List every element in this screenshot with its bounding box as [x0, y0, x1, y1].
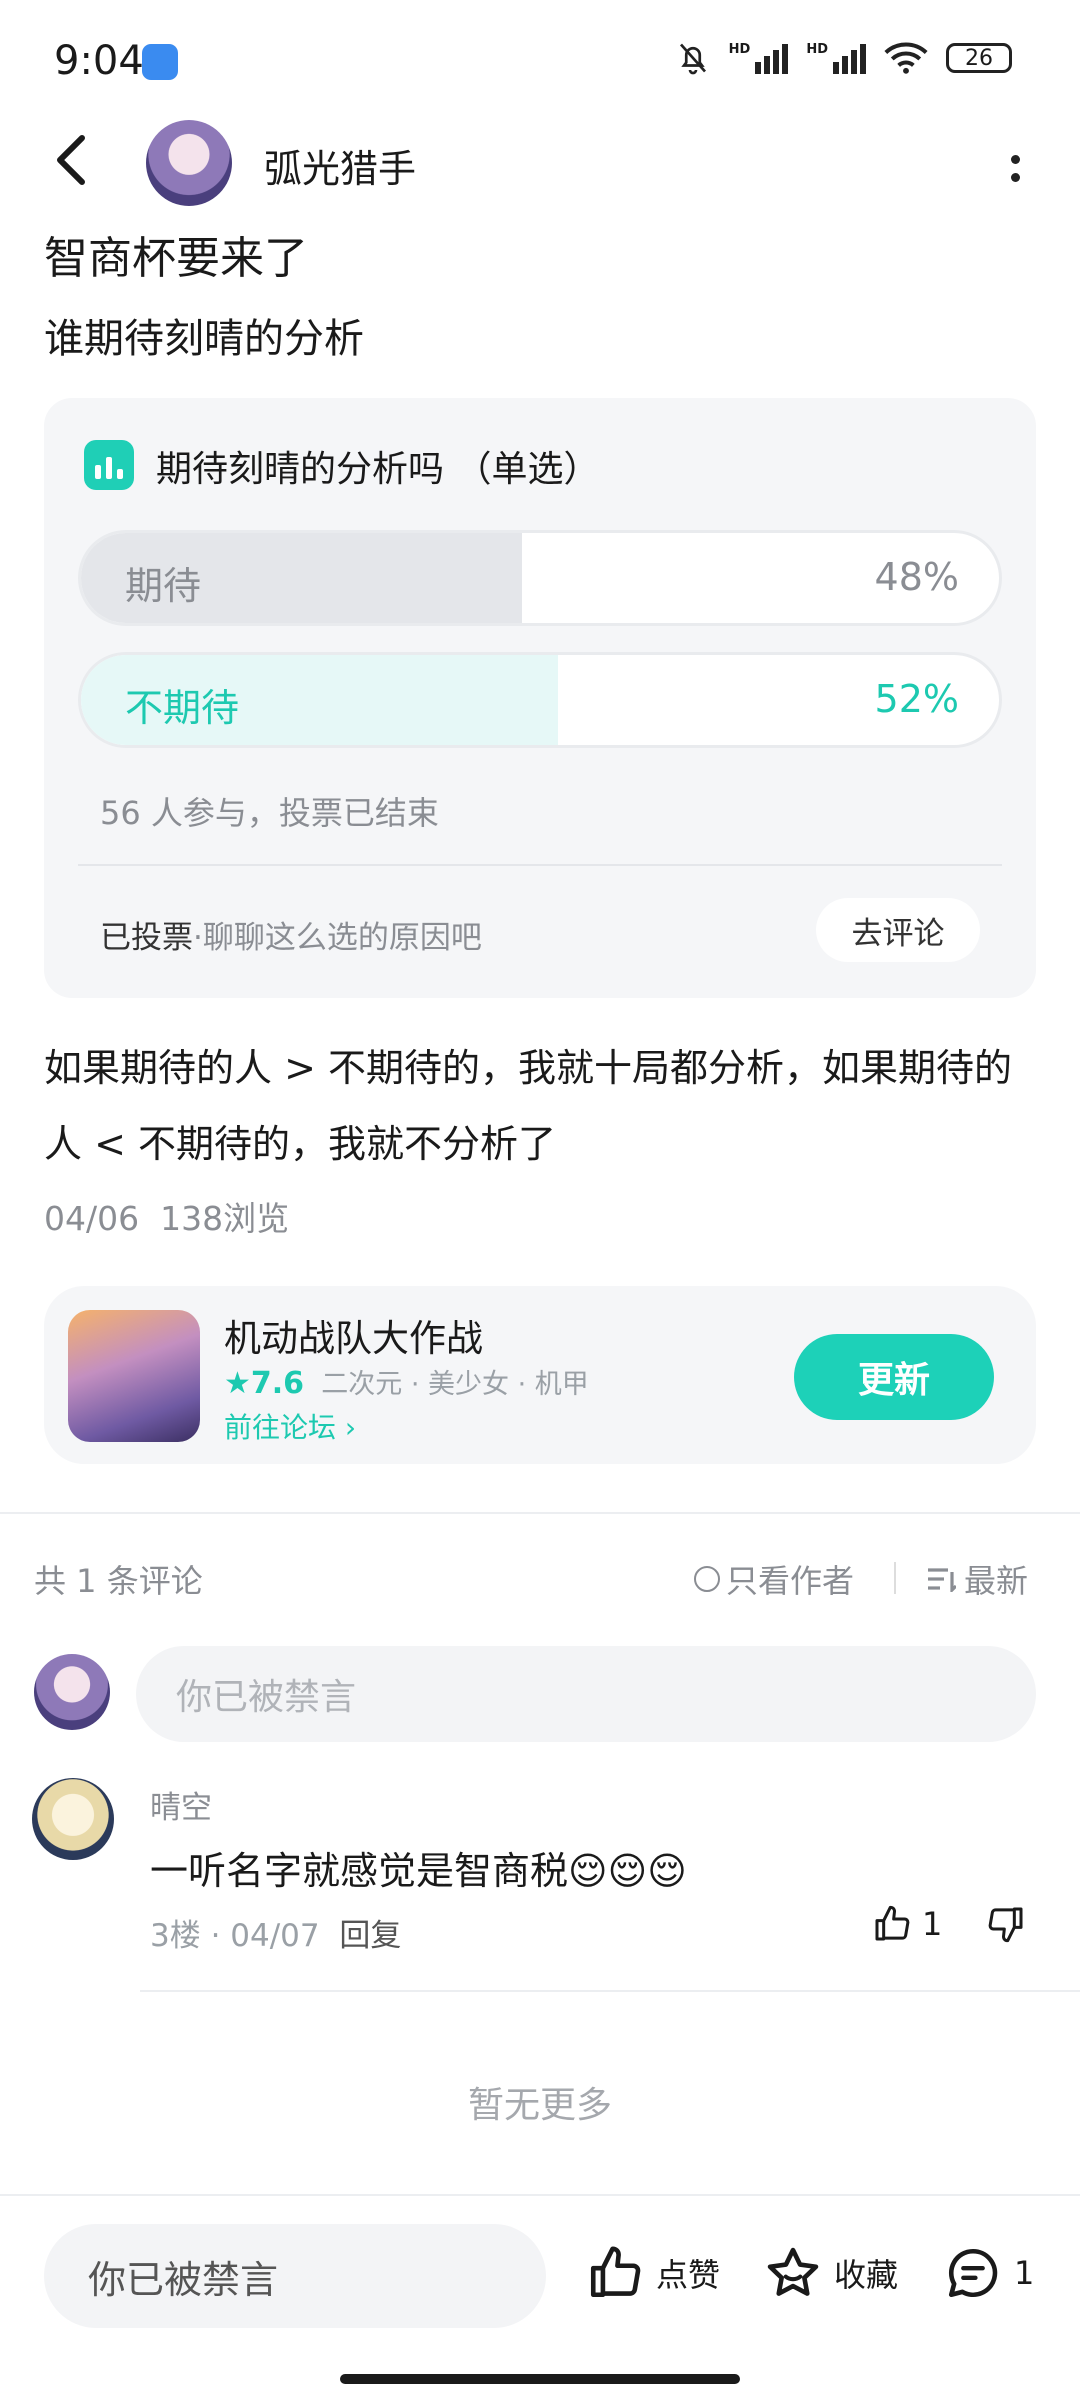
post-body: 如果期待的人 > 不期待的，我就十局都分析，如果期待的人 < 不期待的，我就不分… [44, 1046, 1013, 1166]
comment-floor-date: 3楼 · 04/07 [150, 1918, 320, 1954]
commenter-name[interactable]: 晴空 [150, 1782, 212, 1827]
status-time: 9:04 [54, 38, 144, 84]
game-rating: 7.6 [250, 1366, 305, 1401]
poll-option-2-percent: 52% [874, 677, 959, 721]
home-indicator[interactable] [340, 2374, 740, 2384]
comment-bubble-icon [948, 2248, 998, 2298]
comment-count: 共 1 条评论 [34, 1562, 203, 1600]
sort-newest-label: 最新 [964, 1562, 1029, 1600]
comment-like-count: 1 [922, 1905, 943, 1943]
only-author-toggle[interactable]: 只看作者 [694, 1556, 854, 1602]
bottom-comment-input[interactable]: 你已被禁言 [44, 2224, 546, 2328]
comment-divider [140, 1990, 1080, 1992]
thumbs-down-icon[interactable] [986, 1904, 1026, 1944]
game-icon[interactable] [68, 1310, 200, 1442]
battery-icon: 26 [946, 43, 1012, 73]
post-meta: 04/06 138浏览 [44, 1192, 289, 1240]
sort-newest-button[interactable]: 最新 [928, 1556, 1028, 1602]
more-options-icon[interactable] [1011, 146, 1020, 191]
like-label: 点赞 [656, 2256, 721, 2294]
reply-button[interactable]: 回复 [339, 1918, 401, 1954]
poll-option-1-percent: 48% [874, 555, 959, 599]
only-author-label: 只看作者 [726, 1562, 855, 1600]
commenter-avatar[interactable] [32, 1778, 114, 1860]
poll-voted-text: 已投票·聊聊这么选的原因吧 [100, 912, 482, 957]
update-button[interactable]: 更新 [794, 1334, 994, 1420]
game-rating-row: ★7.6 二次元 · 美少女 · 机甲 [224, 1362, 589, 1401]
no-more-text: 暂无更多 [467, 2085, 612, 2126]
favorite-button[interactable]: 收藏 [764, 2244, 898, 2302]
comment-meta: 3楼 · 04/07 回复 [150, 1910, 401, 1955]
post-subtitle: 谁期待刻晴的分析 [44, 316, 364, 362]
mute-bell-icon [679, 43, 706, 75]
sort-icon [928, 1568, 956, 1592]
poll-option-1: 期待 48% [78, 530, 1002, 626]
author-name[interactable]: 弧光猎手 [264, 138, 416, 193]
game-tags: 二次元 · 美少女 · 机甲 [321, 1369, 589, 1400]
go-forum-label: 前往论坛 [224, 1411, 337, 1444]
signal-2-icon: HD [806, 42, 866, 74]
wifi-icon [884, 42, 928, 74]
poll-option-2-label: 不期待 [125, 686, 240, 730]
comment-input[interactable]: 你已被禁言 [136, 1646, 1036, 1742]
app-notification-icon [142, 44, 178, 80]
post-title: 智商杯要来了 [44, 233, 308, 284]
poll-title: 期待刻晴的分析吗 （单选） [156, 449, 600, 490]
voted-hint: ·聊聊这么选的原因吧 [193, 920, 482, 956]
radio-circle-icon [694, 1566, 720, 1592]
like-post-button[interactable]: 点赞 [586, 2244, 720, 2302]
author-avatar[interactable] [146, 120, 232, 206]
comment-text: 一听名字就感觉是智商税😌😌😌 [150, 1849, 687, 1893]
poll-option-1-label: 期待 [125, 564, 202, 608]
star-icon: ★ [224, 1366, 251, 1401]
poll-chart-icon [84, 440, 134, 490]
poll-divider [78, 864, 1002, 866]
favorite-label: 收藏 [834, 2256, 899, 2294]
post-date: 04/06 [44, 1199, 140, 1238]
status-icons: HD HD 26 [675, 40, 1012, 76]
chevron-right-icon: › [344, 1411, 357, 1444]
back-arrow-icon[interactable] [52, 134, 88, 186]
go-forum-link[interactable]: 前往论坛 › [224, 1406, 356, 1446]
comments-count: 1 [1014, 2254, 1035, 2292]
thumbs-up-icon [875, 1905, 910, 1941]
thumbs-up-icon [590, 2246, 641, 2298]
go-comment-button[interactable]: 去评论 [816, 898, 980, 962]
my-avatar [34, 1654, 110, 1730]
game-name[interactable]: 机动战队大作战 [224, 1308, 483, 1362]
poll-option-2: 不期待 52% [78, 652, 1002, 748]
comments-button[interactable]: 1 [944, 2244, 1034, 2302]
bottom-bar-divider [0, 2194, 1080, 2196]
voted-label: 已投票 [100, 920, 193, 956]
post-views: 138浏览 [160, 1199, 290, 1238]
section-divider [0, 1512, 1080, 1514]
comment-like-button[interactable]: 1 [872, 1904, 942, 1944]
poll-participants: 56 人参与，投票已结束 [100, 794, 439, 832]
star-icon [767, 2247, 819, 2296]
signal-1-icon: HD [729, 42, 789, 74]
filter-separator [894, 1562, 896, 1594]
